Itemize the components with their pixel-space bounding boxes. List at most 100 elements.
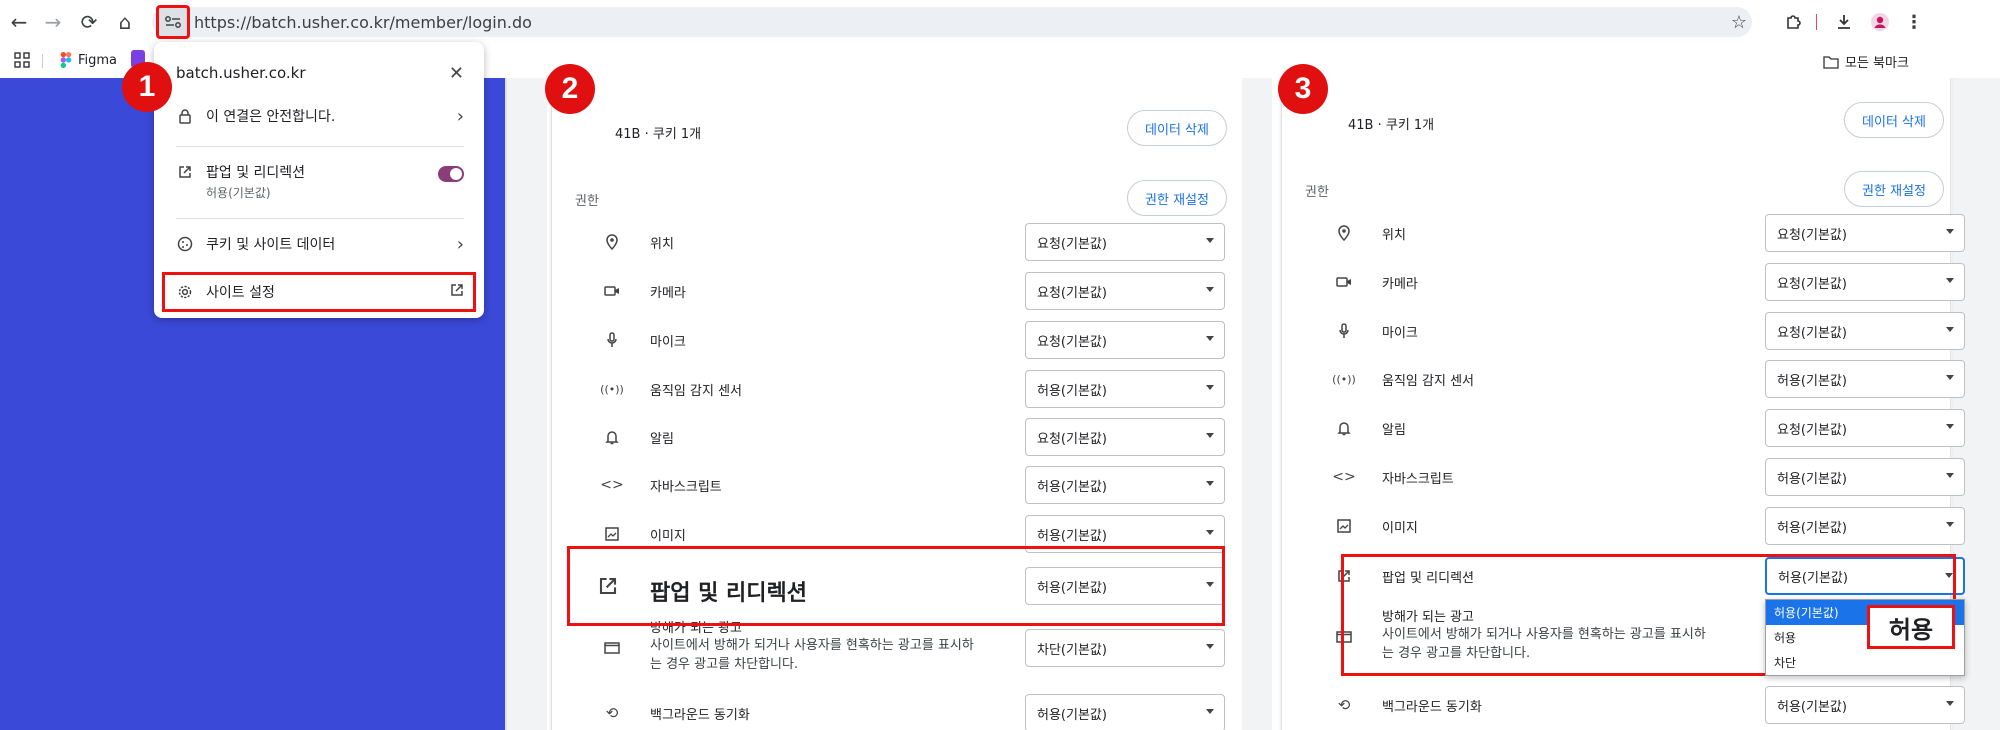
url-text[interactable]: https://batch.usher.co.kr/member/login.d… xyxy=(194,13,532,32)
permission-select-value: 요청(기본값) xyxy=(1037,236,1107,252)
close-icon[interactable]: ✕ xyxy=(449,63,464,84)
settings-panel-2: 41B · 쿠키 1개 데이터 삭제 권한 권한 재설정 위치 요청(기본값) 카메… xyxy=(507,78,1242,730)
open-external-icon xyxy=(176,163,194,181)
permission-select-value: 허용(기본값) xyxy=(1037,383,1107,399)
bookmark-figma-label: Figma xyxy=(78,52,118,68)
permission-select-mic[interactable]: 요청(기본값) xyxy=(1765,312,1965,350)
panel-margin xyxy=(1242,78,1272,730)
cookies-label: 쿠키 및 사이트 데이터 xyxy=(206,237,336,253)
chevron-right-icon: › xyxy=(456,105,464,127)
permission-select-value: 요청(기본값) xyxy=(1777,227,1847,243)
forward-icon[interactable]: → xyxy=(40,6,66,38)
menu-icon[interactable]: ⋮ xyxy=(1900,8,1928,36)
permission-select-location[interactable]: 요청(기본값) xyxy=(1025,223,1225,261)
permission-select-intrusive-ads[interactable]: 차단(기본값) xyxy=(1025,629,1225,667)
permission-select-motion-sensor[interactable]: 허용(기본값) xyxy=(1025,370,1225,408)
reset-permissions-button[interactable]: 권한 재설정 xyxy=(1127,180,1227,216)
connection-secure-item[interactable]: 이 연결은 안전합니다. › xyxy=(176,105,464,127)
popups-label: 팝업 및 리디렉션 xyxy=(206,165,306,181)
mic-icon xyxy=(1334,321,1354,341)
permission-select-value: 요청(기본값) xyxy=(1037,285,1107,301)
all-bookmarks-button[interactable]: 모든 북마크 xyxy=(1823,52,1909,71)
permission-select-background-sync[interactable]: 허용(기본값) xyxy=(1765,686,1965,724)
connection-label: 이 연결은 안전합니다. xyxy=(206,109,336,125)
permission-label-background-sync: 백그라운드 동기화 xyxy=(650,708,750,723)
permission-select-background-sync[interactable]: 허용(기본값) xyxy=(1025,694,1225,730)
dropdown-arrow-icon xyxy=(1206,530,1214,535)
permission-select-value: 차단(기본값) xyxy=(1037,642,1107,658)
browser-toolbar: ← → ⟳ ⌂ https://batch.usher.co.kr/member… xyxy=(0,0,2000,44)
sync-icon: ⟲ xyxy=(1337,696,1351,714)
profile-icon[interactable] xyxy=(1866,8,1894,36)
intrusive-ads-description-cont: 는 경우 광고를 차단합니다. xyxy=(650,657,799,672)
permission-select-value: 허용(기본값) xyxy=(1037,707,1107,723)
image-icon xyxy=(1334,516,1354,536)
popup-header: batch.usher.co.kr ✕ xyxy=(176,63,464,84)
location-icon xyxy=(602,232,622,252)
reset-permissions-button[interactable]: 권한 재설정 xyxy=(1844,171,1944,207)
extensions-icon[interactable] xyxy=(1780,8,1808,36)
popup-site-name: batch.usher.co.kr xyxy=(176,64,306,82)
bell-icon xyxy=(602,427,622,447)
cookie-icon xyxy=(176,235,194,253)
dropdown-arrow-icon xyxy=(1946,473,1954,478)
dropdown-arrow-icon xyxy=(1946,424,1954,429)
all-bookmarks-label: 모든 북마크 xyxy=(1845,56,1909,71)
permission-select-location[interactable]: 요청(기본값) xyxy=(1765,214,1965,252)
dropdown-arrow-icon xyxy=(1206,287,1214,292)
download-icon[interactable] xyxy=(1830,8,1858,36)
permission-label-mic: 마이크 xyxy=(1382,326,1418,341)
site-info-icon[interactable] xyxy=(156,5,190,39)
permission-label-javascript: 자바스크립트 xyxy=(1382,472,1454,487)
delete-data-button[interactable]: 데이터 삭제 xyxy=(1844,102,1944,138)
site-settings-highlight xyxy=(162,272,476,312)
permission-select-camera[interactable]: 요청(기본값) xyxy=(1765,263,1965,301)
permission-label-notifications: 알림 xyxy=(650,432,674,447)
usage-text: 41B · 쿠키 1개 xyxy=(1348,118,1435,133)
camera-icon xyxy=(602,281,622,301)
permission-label-images: 이미지 xyxy=(1382,521,1418,536)
sensor-icon: ((•)) xyxy=(1332,372,1356,386)
home-icon[interactable]: ⌂ xyxy=(112,6,138,38)
permissions-heading: 권한 xyxy=(575,194,599,209)
star-icon[interactable]: ☆ xyxy=(1725,8,1753,36)
delete-data-button[interactable]: 데이터 삭제 xyxy=(1127,110,1227,146)
permission-select-images[interactable]: 허용(기본값) xyxy=(1765,507,1965,545)
dropdown-arrow-icon xyxy=(1206,481,1214,486)
cookies-item[interactable]: 쿠키 및 사이트 데이터 › xyxy=(176,234,464,255)
permission-select-notifications[interactable]: 요청(기본값) xyxy=(1025,418,1225,456)
dropdown-arrow-icon xyxy=(1206,644,1214,649)
dropdown-arrow-icon xyxy=(1206,336,1214,341)
reload-icon[interactable]: ⟳ xyxy=(76,6,102,38)
permission-select-javascript[interactable]: 허용(기본값) xyxy=(1765,458,1965,496)
permission-label-background-sync: 백그라운드 동기화 xyxy=(1382,700,1482,715)
permission-label-camera: 카메라 xyxy=(1382,277,1418,292)
step-marker-1: 1 xyxy=(122,62,172,112)
dropdown-arrow-icon xyxy=(1946,522,1954,527)
toolbar-separator xyxy=(1816,14,1817,30)
dropdown-arrow-icon xyxy=(1946,278,1954,283)
permission-select-motion-sensor[interactable]: 허용(기본값) xyxy=(1765,360,1965,398)
figma-icon xyxy=(60,52,72,68)
permission-select-camera[interactable]: 요청(기본값) xyxy=(1025,272,1225,310)
dropdown-arrow-icon xyxy=(1206,709,1214,714)
sensor-icon: ((•)) xyxy=(600,382,624,396)
permission-select-value: 요청(기본값) xyxy=(1777,325,1847,341)
mic-icon xyxy=(602,330,622,350)
popups-toggle[interactable] xyxy=(438,166,464,182)
permission-select-javascript[interactable]: 허용(기본값) xyxy=(1025,466,1225,504)
permission-select-notifications[interactable]: 요청(기본값) xyxy=(1765,409,1965,447)
step-marker-2: 2 xyxy=(545,64,595,114)
apps-icon[interactable] xyxy=(14,52,30,72)
ad-icon xyxy=(602,638,622,658)
permission-label-motion-sensor: 움직임 감지 센서 xyxy=(650,384,742,399)
bell-icon xyxy=(1334,418,1354,438)
permission-select-value: 허용(기본값) xyxy=(1777,520,1847,536)
permission-select-mic[interactable]: 요청(기본값) xyxy=(1025,321,1225,359)
permission-label-location: 위치 xyxy=(650,237,674,252)
bookmark-figma[interactable]: Figma xyxy=(60,52,117,68)
permission-select-value: 요청(기본값) xyxy=(1777,276,1847,292)
back-icon[interactable]: ← xyxy=(6,6,32,38)
dropdown-arrow-icon xyxy=(1206,385,1214,390)
dropdown-option-block[interactable]: 차단 xyxy=(1766,650,1964,675)
